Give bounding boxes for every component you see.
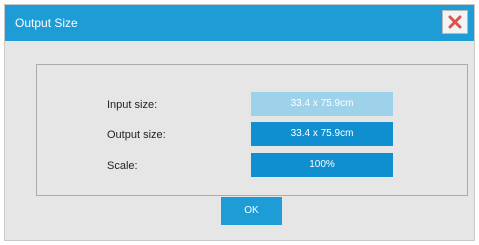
output-size-dialog: Output Size Input size: 33.4 x 75.9cm Ou… (4, 4, 475, 241)
input-size-value: 33.4 x 75.9cm (251, 92, 393, 116)
dialog-title: Output Size (15, 16, 78, 30)
scale-label: Scale: (107, 160, 138, 172)
close-button[interactable] (442, 10, 468, 34)
close-icon (448, 15, 462, 29)
ok-button[interactable]: OK (221, 197, 282, 225)
dialog-titlebar: Output Size (5, 5, 474, 41)
output-size-label: Output size: (107, 129, 166, 141)
output-size-field[interactable]: 33.4 x 75.9cm (251, 122, 393, 146)
input-size-label: Input size: (107, 99, 158, 111)
size-settings-panel: Input size: 33.4 x 75.9cm Output size: 3… (36, 64, 468, 225)
scale-field[interactable]: 100% (251, 153, 393, 177)
